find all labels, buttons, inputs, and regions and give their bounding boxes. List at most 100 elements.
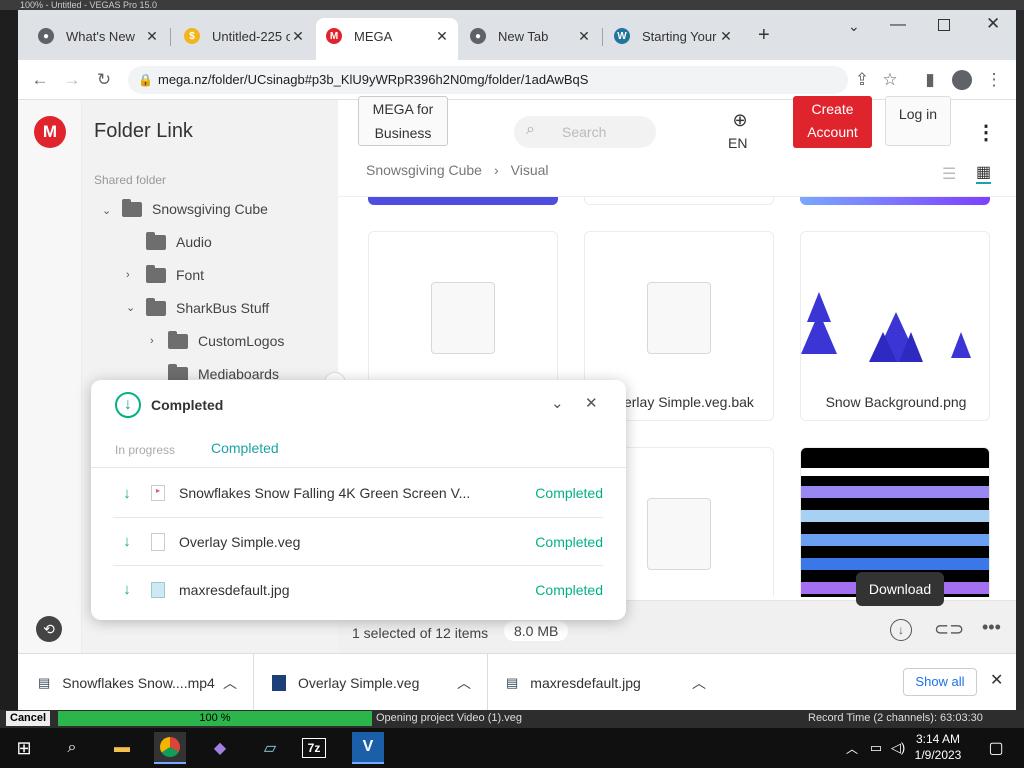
download-item[interactable]: ▤ maxresdefault.jpg ︿ <box>488 654 722 710</box>
grid-card-top[interactable] <box>800 197 990 205</box>
vegas-left-panel <box>0 10 18 710</box>
close-shelf-icon[interactable]: ✕ <box>990 670 1003 690</box>
file-card-snow-background[interactable]: Snow Background.png <box>800 231 990 421</box>
search-input[interactable]: ⌕ Search <box>514 116 656 148</box>
share-icon[interactable]: ⇪ <box>850 68 874 92</box>
shared-folder-label: Shared folder <box>94 173 167 187</box>
link-icon[interactable]: ⊂⊃ <box>934 619 964 640</box>
transfer-row[interactable]: ↓ Overlay Simple.veg Completed <box>113 517 603 565</box>
transfer-row[interactable]: ↓ maxresdefault.jpg Completed <box>113 565 603 613</box>
chevron-down-icon[interactable]: ⌄ <box>551 394 564 412</box>
chevron-right-icon: › <box>493 162 499 178</box>
chevron-down-icon[interactable]: ⌄ <box>126 301 135 314</box>
grid-view-icon[interactable]: ▦ <box>976 162 992 184</box>
menu-dots-icon[interactable]: ⋮ <box>982 68 1006 92</box>
reload-icon[interactable]: ↻ <box>92 68 116 92</box>
maximize-button[interactable] <box>938 19 950 31</box>
lock-icon: 🔒 <box>138 73 153 87</box>
chevron-right-icon[interactable]: › <box>150 335 154 347</box>
download-item[interactable]: Overlay Simple.veg ︿ <box>254 654 488 710</box>
transfer-row[interactable]: ↓ ▸ Snowflakes Snow Falling 4K Green Scr… <box>113 469 603 517</box>
download-name: maxresdefault.jpg <box>530 674 641 691</box>
tree-item-snowsgiving-cube[interactable]: Snowsgiving Cube <box>122 198 268 220</box>
record-time: Record Time (2 channels): 63:03:30 <box>808 712 983 724</box>
close-icon[interactable]: ✕ <box>585 394 598 412</box>
clock[interactable]: 3:14 AM 1/9/2023 <box>910 731 966 763</box>
new-tab-button[interactable]: + <box>758 24 770 47</box>
back-icon[interactable]: ← <box>28 68 52 92</box>
folder-link-title: Folder Link <box>94 120 193 142</box>
transfer-status: Completed <box>535 533 603 550</box>
chevron-up-icon[interactable]: ︿ <box>692 673 706 693</box>
download-item[interactable]: ▤ Snowflakes Snow....mp4 ︿ <box>18 654 254 710</box>
tab-search-chevron-icon[interactable]: ⌄ <box>848 18 860 35</box>
forward-icon[interactable]: → <box>60 68 84 92</box>
file-icon <box>647 282 711 354</box>
bookmark-star-icon[interactable]: ☆ <box>878 68 902 92</box>
notifications-icon[interactable]: ▢ <box>980 732 1012 764</box>
tab-new-tab[interactable]: ● New Tab ✕ <box>460 18 600 54</box>
tab-wordpress[interactable]: W Starting Your D ✕ <box>604 18 742 54</box>
tab-untitled[interactable]: $ Untitled-225 on ✕ <box>174 18 314 54</box>
grid-card-top[interactable] <box>368 197 558 205</box>
sync-icon[interactable]: ⟲ <box>36 616 62 642</box>
minimize-button[interactable]: — <box>890 16 906 34</box>
grid-card-top[interactable] <box>584 197 774 205</box>
more-options-icon[interactable]: ••• <box>982 617 1001 638</box>
close-icon[interactable]: ✕ <box>718 28 734 45</box>
chevron-down-icon[interactable]: ⌄ <box>102 204 111 217</box>
close-icon[interactable]: ✕ <box>144 28 160 45</box>
render-progress-bar: 100 % <box>58 711 372 726</box>
side-panel-icon[interactable]: ▮ <box>918 68 942 92</box>
close-icon[interactable]: ✕ <box>576 28 592 45</box>
close-icon[interactable]: ✕ <box>434 28 450 45</box>
tab-mega[interactable]: M MEGA ✕ <box>316 18 458 60</box>
close-window-button[interactable]: ✕ <box>986 14 1000 34</box>
visual-studio-icon[interactable]: ◆ <box>204 732 236 764</box>
download-arrow-icon: ↓ <box>123 533 131 550</box>
cancel-button[interactable]: Cancel <box>6 711 51 726</box>
panel-title: Completed <box>151 397 224 413</box>
file-icon <box>431 282 495 354</box>
mega-logo[interactable]: M <box>34 116 66 148</box>
tree-item-customlogos[interactable]: CustomLogos <box>168 330 284 352</box>
transfer-status: Completed <box>535 581 603 598</box>
profile-avatar[interactable] <box>952 70 972 90</box>
address-bar[interactable]: 🔒 mega.nz/folder/UCsinagb#p3b_KlU9yWRpR3… <box>128 66 848 94</box>
create-account-button[interactable]: Create Account <box>793 96 872 148</box>
breadcrumb-item[interactable]: Visual <box>511 162 549 178</box>
chevron-up-icon[interactable]: ︿ <box>223 673 237 693</box>
folder-icon <box>146 297 166 316</box>
breadcrumb-item[interactable]: Snowsgiving Cube <box>366 162 482 178</box>
7zip-icon[interactable]: 7z <box>302 738 326 758</box>
chevron-right-icon[interactable]: › <box>126 269 130 281</box>
tab-title: Starting Your D <box>642 28 718 44</box>
file-explorer-icon[interactable]: ▬ <box>106 732 138 764</box>
globe-icon[interactable]: ⊕ <box>726 110 754 132</box>
notepad-icon[interactable]: ▱ <box>254 732 286 764</box>
selection-size: 8.0 MB <box>504 621 569 641</box>
search-icon[interactable]: ⌕ <box>56 732 88 764</box>
tab-whats-new[interactable]: ● What's New ✕ <box>28 18 168 54</box>
tree-item-font[interactable]: Font <box>146 264 204 286</box>
tree-item-sharkbus-stuff[interactable]: SharkBus Stuff <box>146 297 269 319</box>
show-all-button[interactable]: Show all <box>903 668 977 696</box>
download-icon[interactable]: ↓ <box>890 619 912 641</box>
more-menu-icon[interactable]: ⋮ <box>976 120 996 145</box>
side-strip <box>18 100 82 653</box>
page-header: MEGA for Business ⌕ Search ⊕ EN Create Acc… <box>338 96 1016 197</box>
windows-start-icon[interactable]: ⊞ <box>8 732 40 764</box>
language-label[interactable]: EN <box>728 135 747 151</box>
close-icon[interactable]: ✕ <box>290 28 306 45</box>
file-icon <box>647 498 711 570</box>
tree-item-audio[interactable]: Audio <box>146 231 212 253</box>
tab-completed[interactable]: Completed <box>211 440 279 456</box>
tab-in-progress[interactable]: In progress <box>115 443 175 457</box>
login-button[interactable]: Log in <box>885 96 951 146</box>
download-arrow-icon: ↓ <box>123 484 131 502</box>
mega-for-business-button[interactable]: MEGA for Business <box>358 96 448 146</box>
chevron-up-icon[interactable]: ︿ <box>457 673 471 693</box>
list-view-icon[interactable]: ☰ <box>942 164 956 184</box>
vegas-icon[interactable]: V <box>352 732 384 764</box>
chrome-taskbar-icon[interactable] <box>154 732 186 764</box>
